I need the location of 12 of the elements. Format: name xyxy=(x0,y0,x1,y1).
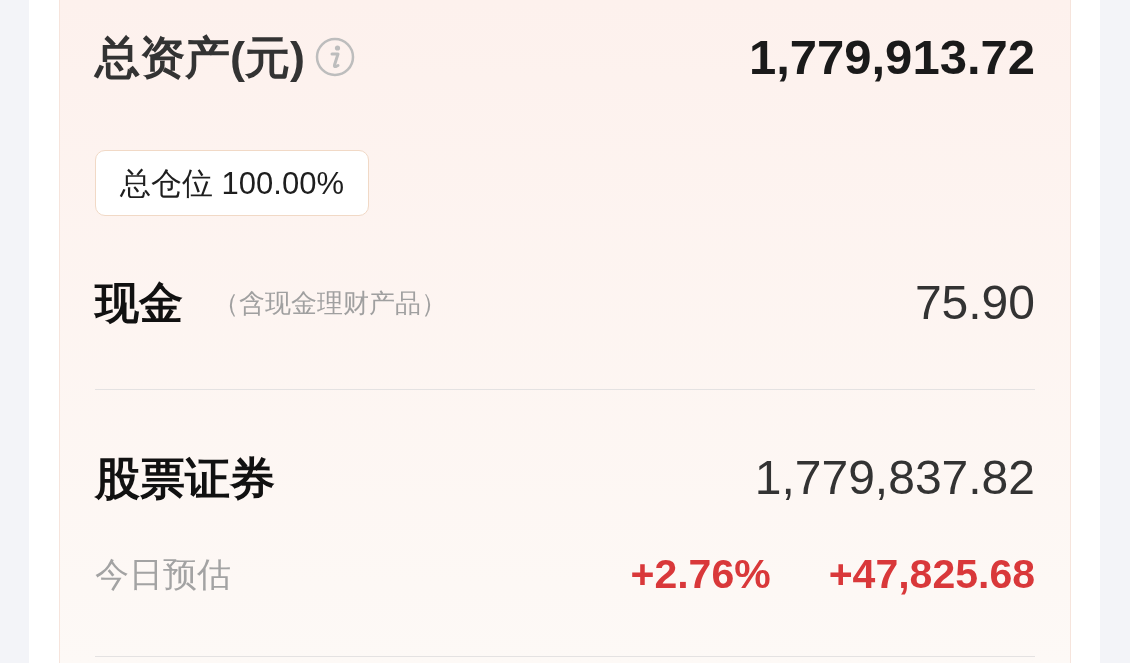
total-assets-amount: 1,779,913.72 xyxy=(748,32,1035,82)
total-assets-label: 总资产(元) xyxy=(95,34,305,80)
section-note: （含现金理财产品） xyxy=(213,290,447,316)
section-title: 现金 xyxy=(95,281,183,325)
section-title: 股票证券 xyxy=(95,455,275,501)
change-percent: +2.76% xyxy=(630,553,771,595)
stocks-amount: 1,779,837.82 xyxy=(754,454,1035,502)
change-amount: +47,825.68 xyxy=(828,553,1035,595)
cash-amount: 75.90 xyxy=(914,279,1035,327)
position-badge: 总仓位 100.00% xyxy=(95,150,369,216)
info-icon[interactable] xyxy=(315,37,355,77)
estimate-label: 今日预估 xyxy=(95,557,231,591)
